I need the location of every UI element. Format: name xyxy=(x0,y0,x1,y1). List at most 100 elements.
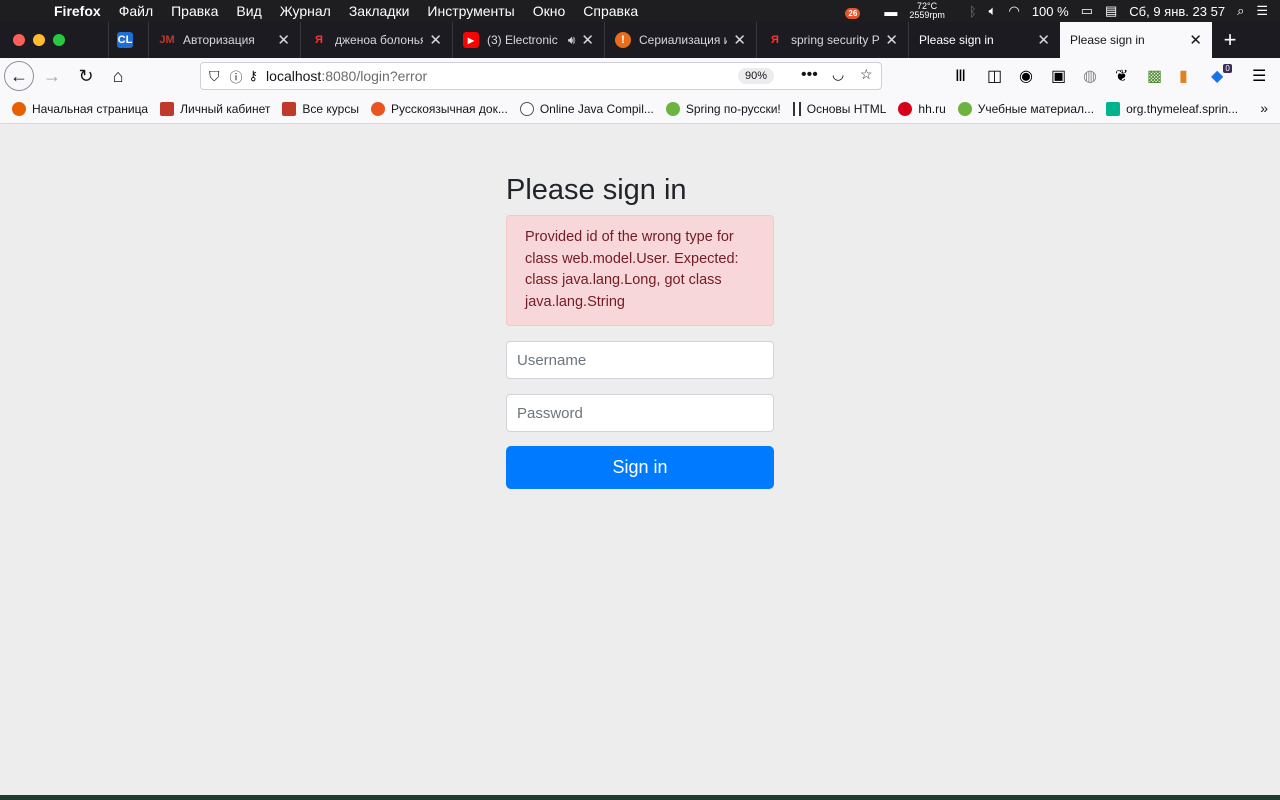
spotlight-icon[interactable]: ⌕ xyxy=(1237,3,1244,19)
forward-button[interactable]: → xyxy=(36,60,68,92)
close-icon[interactable]: ✕ xyxy=(1037,31,1050,49)
habr-icon: ! xyxy=(615,32,631,48)
notification-center-icon[interactable]: ☰ xyxy=(1256,3,1268,19)
yandex-icon: Я xyxy=(315,34,323,46)
bookmark-label: hh.ru xyxy=(918,101,946,116)
extension-gnome-icon[interactable]: ❦ xyxy=(1115,58,1128,94)
site-info-icon[interactable]: ⓘ xyxy=(230,67,243,86)
tab-strip: CL JM Авторизация ✕ Я дженоа болонья ✕ ▶… xyxy=(0,22,1280,58)
bookmarks-overflow-icon[interactable]: » xyxy=(1260,100,1268,116)
menu-file[interactable]: Файл xyxy=(110,3,162,19)
bookmark-item[interactable]: hh.ru xyxy=(898,101,946,116)
tab-genoa-bologna[interactable]: Я дженоа болонья ✕ xyxy=(300,22,452,58)
extension-bin-icon[interactable]: ▮ xyxy=(1179,58,1188,94)
tab-serialization[interactable]: ! Сериализация и ✕ xyxy=(604,22,756,58)
close-icon[interactable]: ✕ xyxy=(277,31,290,49)
notification-badge[interactable]: 26 xyxy=(845,4,872,19)
bookmark-item[interactable]: Личный кабинет xyxy=(160,101,271,116)
close-icon[interactable]: ✕ xyxy=(429,31,442,49)
reload-button[interactable]: ↻ xyxy=(70,60,102,92)
bookmark-item[interactable]: Spring по-русски! xyxy=(665,101,781,116)
bookmark-label: Личный кабинет xyxy=(180,101,271,116)
menu-bookmarks[interactable]: Закладки xyxy=(340,3,419,19)
tab-pinned-cl[interactable]: CL xyxy=(108,22,148,58)
temperature-readout[interactable]: 72°C 2559rpm xyxy=(909,2,957,20)
status-area: 26 ▬ 72°C 2559rpm ᛒ 🔈︎ ◠ 100 % ▭ ▤ Сб, 9 … xyxy=(845,0,1280,22)
zoom-indicator[interactable]: 90% xyxy=(738,68,775,84)
extension-screenshot-icon[interactable]: ▣ xyxy=(1051,58,1066,94)
bookmark-item[interactable]: Все курсы xyxy=(282,101,359,116)
tab-title: Авторизация xyxy=(183,33,255,47)
bookmark-label: Учебные материал... xyxy=(977,101,1095,116)
battery-percent[interactable]: 100 % xyxy=(1032,4,1069,19)
tab-authorization[interactable]: JM Авторизация ✕ xyxy=(148,22,300,58)
bookmark-label: org.thymeleaf.sprin... xyxy=(1126,101,1239,116)
wifi-icon[interactable]: ◠ xyxy=(1008,3,1019,19)
url-bar[interactable]: ⛉ ⓘ ⚷ localhost:8080/login?error 90% •••… xyxy=(200,62,882,90)
menu-edit[interactable]: Правка xyxy=(162,3,227,19)
menu-window[interactable]: Окно xyxy=(524,3,575,19)
yandex-icon: Я xyxy=(771,34,779,46)
error-alert: Provided id of the wrong type for class … xyxy=(506,215,774,326)
spring-icon xyxy=(665,101,680,116)
menu-tools[interactable]: Инструменты xyxy=(418,3,523,19)
bookmark-item[interactable]: Русскоязычная док... xyxy=(370,101,508,116)
sign-in-button[interactable]: Sign in xyxy=(506,446,774,489)
jm-icon xyxy=(282,101,297,116)
close-icon[interactable]: ✕ xyxy=(885,31,898,49)
speaker-icon[interactable]: 🔊︎ xyxy=(568,33,576,48)
key-icon[interactable]: ⚷ xyxy=(249,68,259,84)
bookmark-item[interactable]: org.thymeleaf.sprin... xyxy=(1106,101,1239,116)
back-button[interactable]: ← xyxy=(4,61,34,91)
bookmark-star-icon[interactable]: ☆ xyxy=(860,66,873,83)
username-input[interactable] xyxy=(506,341,774,379)
menu-history[interactable]: Журнал xyxy=(271,3,340,19)
tab-spring-security[interactable]: Я spring security P ✕ xyxy=(756,22,908,58)
pocket-icon[interactable]: ◡ xyxy=(832,66,844,83)
password-input[interactable] xyxy=(506,394,774,432)
tab-title: Сериализация и xyxy=(639,33,728,47)
message-icon[interactable]: ▬ xyxy=(884,4,897,19)
volume-icon[interactable]: 🔈︎ xyxy=(989,3,997,19)
tracking-shield-icon[interactable]: ⛉ xyxy=(209,68,220,85)
desktop-background xyxy=(0,795,1280,800)
url-text[interactable]: localhost:8080/login?error xyxy=(266,68,427,84)
bookmark-item[interactable]: Учебные материал... xyxy=(957,101,1095,116)
close-icon[interactable]: ✕ xyxy=(733,31,746,49)
menu-app-firefox[interactable]: Firefox xyxy=(46,3,110,19)
bookmark-label: Основы HTML xyxy=(806,101,887,116)
tab-please-sign-in-1[interactable]: Please sign in ✕ xyxy=(908,22,1060,58)
hamburger-menu-icon[interactable]: ☰ xyxy=(1252,58,1266,94)
sidebar-icon[interactable]: ◫ xyxy=(987,58,1002,94)
bookmark-item[interactable]: Начальная страница xyxy=(12,101,148,116)
extension-globe-icon[interactable]: ◍ xyxy=(1083,58,1097,94)
flag-icon[interactable]: ▤ xyxy=(1105,3,1117,19)
spring-icon xyxy=(957,101,972,116)
account-icon[interactable]: ◉ xyxy=(1019,58,1033,94)
close-icon[interactable]: ✕ xyxy=(1189,31,1202,49)
tab-please-sign-in-active[interactable]: Please sign in ✕ xyxy=(1060,22,1212,58)
maximize-window-button[interactable] xyxy=(53,34,65,46)
tab-youtube-electronic[interactable]: ▶ (3) Electronic 🔊︎ ✕ xyxy=(452,22,604,58)
extension-counter-icon[interactable]: ◆ 0 xyxy=(1211,58,1232,94)
page-title: Please sign in xyxy=(506,174,687,206)
close-window-button[interactable] xyxy=(13,34,25,46)
tab-title: spring security P xyxy=(791,33,880,47)
bookmark-item[interactable]: Online Java Compil... xyxy=(519,101,654,116)
minimize-window-button[interactable] xyxy=(33,34,45,46)
page-actions-icon[interactable]: ••• xyxy=(801,66,818,84)
library-icon[interactable]: Ⅲ xyxy=(955,58,966,94)
bluetooth-icon[interactable]: ᛒ xyxy=(969,4,977,19)
clock[interactable]: Сб, 9 янв. 23 57 xyxy=(1129,4,1225,19)
navigation-toolbar: ← → ↻ ⌂ ⛉ ⓘ ⚷ localhost:8080/login?error… xyxy=(0,58,1280,94)
bookmark-item[interactable]: Основы HTML xyxy=(792,101,887,116)
battery-icon[interactable]: ▭ xyxy=(1081,3,1093,19)
bookmarks-toolbar: Начальная страница Личный кабинет Все ку… xyxy=(0,94,1280,124)
menu-view[interactable]: Вид xyxy=(227,3,270,19)
extension-badge: 0 xyxy=(1223,63,1232,73)
menu-help[interactable]: Справка xyxy=(574,3,647,19)
close-icon[interactable]: ✕ xyxy=(581,31,594,49)
home-button[interactable]: ⌂ xyxy=(102,60,134,92)
extension-s3-icon[interactable]: ▩ xyxy=(1147,58,1162,94)
new-tab-button[interactable]: + xyxy=(1212,22,1248,58)
